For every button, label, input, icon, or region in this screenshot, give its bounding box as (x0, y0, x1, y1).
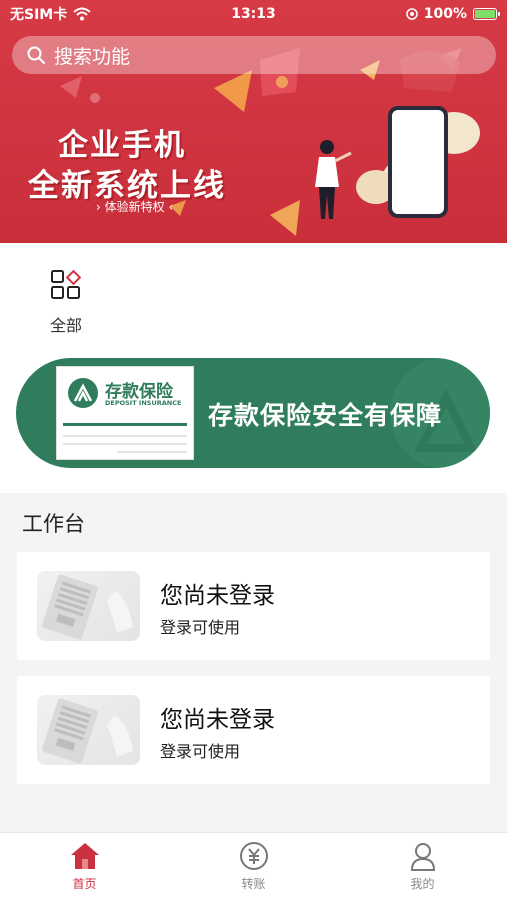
laptop-thumbnail (37, 695, 140, 765)
all-functions-entry[interactable]: 全部 (44, 268, 88, 336)
laptop-thumbnail (37, 571, 140, 641)
banner-subtitle[interactable]: › 体验新特权 ‹ (96, 198, 173, 215)
search-bar[interactable]: 搜索功能 (12, 36, 496, 74)
divider (117, 451, 187, 453)
tab-label: 我的 (410, 877, 435, 891)
phone-illustration (388, 106, 448, 218)
card-subtitle: 登录可使用 (160, 742, 241, 761)
login-card[interactable]: 您尚未登录 登录可使用 (17, 676, 490, 784)
home-icon (70, 843, 99, 869)
tab-transfer[interactable]: 转账 (169, 833, 338, 900)
divider (63, 423, 187, 426)
tab-mine[interactable]: 我的 (338, 833, 507, 900)
battery-icon (473, 8, 500, 20)
divider (63, 435, 187, 437)
tab-label: 首页 (72, 877, 97, 891)
deposit-insurance-card: 存款保险 DEPOSIT INSURANCE (56, 366, 194, 460)
card-title: 您尚未登录 (160, 707, 275, 733)
all-functions-label: 全部 (49, 316, 82, 335)
tab-home[interactable]: 首页 (0, 833, 169, 900)
wifi-icon (73, 7, 91, 21)
banner-title-line1: 企业手机 (58, 128, 186, 163)
orientation-lock-icon (405, 8, 418, 20)
deposit-insurance-banner[interactable]: 存款保险 DEPOSIT INSURANCE 存款保险安全有保障 (16, 358, 490, 468)
card-title: 您尚未登录 (160, 583, 275, 609)
battery-percentage: 100% (423, 6, 467, 22)
login-card[interactable]: 您尚未登录 登录可使用 (17, 552, 490, 660)
search-icon (27, 46, 45, 64)
person-illustration (315, 140, 352, 219)
transfer-icon (239, 842, 268, 870)
deposit-card-english: DEPOSIT INSURANCE (105, 399, 182, 407)
status-bar: 无SIM卡 13:13 100% (0, 0, 507, 28)
search-placeholder: 搜索功能 (54, 45, 131, 68)
tab-label: 转账 (241, 877, 266, 891)
carrier-label: 无SIM卡 (10, 7, 68, 23)
tab-bar: 首页 转账 我的 (0, 832, 507, 900)
card-subtitle: 登录可使用 (160, 618, 241, 637)
workbench-title: 工作台 (22, 512, 85, 536)
divider (63, 443, 187, 445)
grid-icon (51, 269, 82, 299)
deposit-slogan: 存款保险安全有保障 (208, 401, 443, 430)
deposit-insurance-logo (68, 378, 98, 408)
user-icon (410, 843, 435, 871)
